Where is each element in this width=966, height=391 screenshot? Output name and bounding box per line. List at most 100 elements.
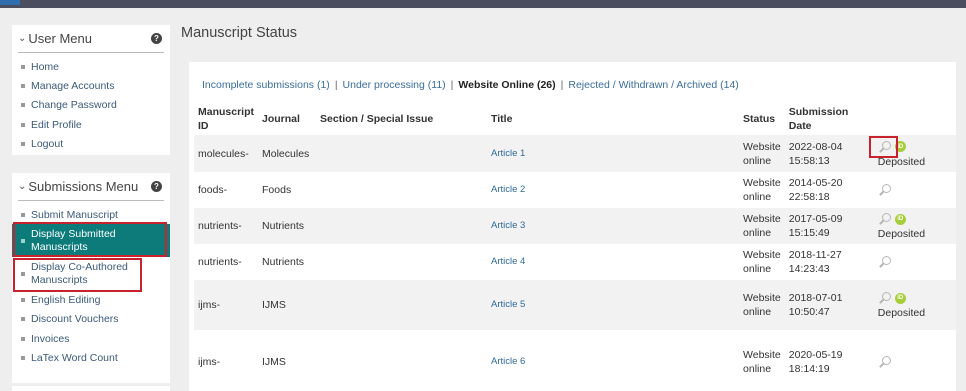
magnifier-icon[interactable] [878,140,892,154]
table-row: molecules- Molecules Article 1 Website o… [194,135,956,172]
header-section: Section / Special Issue [320,112,434,125]
cell-journal: Nutrients [258,244,317,280]
cell-actions [869,172,956,208]
header-journal: Journal [262,112,300,125]
deposited-label: Deposited [877,228,926,240]
menu-item-latex-word-count[interactable]: LaTex Word Count [12,349,170,368]
menu-item-home[interactable]: Home [12,57,170,76]
cell-journal: Nutrients [258,208,317,244]
cell-section [316,172,488,208]
cell-date: 2014-05-20 22:58:18 [784,172,870,208]
action-icons: iD [878,290,906,306]
bullet-icon [21,84,25,89]
cell-section [316,280,488,330]
cell-section [316,135,488,172]
cell-status: Website online [739,208,785,244]
user-menu-list: Home Manage Accounts Change Password Edi… [12,53,170,154]
submissions-menu-panel: ⌄ Submissions Menu ? Submit Manuscript D… [12,173,170,383]
menu-item-logout[interactable]: Logout [12,135,170,154]
orcid-icon[interactable]: iD [894,292,906,304]
page-title: Manuscript Status [181,25,298,41]
table-row: ijms- IJMS Article 6 Website online 2020… [194,330,956,391]
cell-status: Website online [739,135,785,172]
help-icon[interactable]: ? [151,33,162,44]
user-menu-title: User Menu [28,31,92,46]
cell-status: Website online [739,330,785,391]
chevron-down-icon: ⌄ [18,33,27,44]
cell-journal: IJMS [258,330,317,391]
magnifier-icon[interactable] [878,355,892,369]
menu-item-edit-profile[interactable]: Edit Profile [12,115,170,134]
tab-separator: | [334,79,338,91]
sidebar-panel-next [12,386,170,391]
bullet-icon [21,64,25,69]
orcid-icon[interactable]: iD [894,141,906,152]
row-actions: iD Deposited [874,211,952,241]
submissions-menu-title: Submissions Menu [28,179,139,194]
magnifier-icon[interactable] [878,212,892,226]
cell-section [316,330,488,391]
magnifier-icon[interactable] [878,291,892,305]
menu-item-english-editing[interactable]: English Editing [12,290,170,309]
table-row: nutrients- Nutrients Article 3 Website o… [194,208,956,244]
menu-item-invoices[interactable]: Invoices [12,329,170,348]
cell-actions: iD Deposited [869,280,956,330]
help-icon[interactable]: ? [151,181,162,192]
menu-item-change-password[interactable]: Change Password [12,96,170,115]
submissions-menu-list: Submit Manuscript Display Submitted Manu… [12,201,170,368]
tab-rejected[interactable]: Rejected / Withdrawn / Archived (14) [568,79,738,91]
cell-date: 2022-08-04 15:58:13 [784,135,870,172]
cell-status: Website online [739,280,785,330]
row-actions [874,182,952,198]
bullet-icon [21,212,25,217]
cell-manuscript-id: ijms- [194,280,259,330]
menu-item-submit-manuscript[interactable]: Submit Manuscript [12,205,170,224]
cell-manuscript-id: nutrients- [194,208,259,244]
tab-separator: | [560,79,564,91]
menu-item-display-submitted[interactable]: Display Submitted Manuscripts [12,224,170,258]
submissions-menu-header[interactable]: ⌄ Submissions Menu ? [18,173,164,201]
cell-journal: Foods [258,172,317,208]
action-icons [878,354,892,370]
cell-status: Website online [739,244,785,280]
menu-item-manage-accounts[interactable]: Manage Accounts [12,76,170,95]
header-manuscript-id: Manuscript ID [198,105,255,132]
bullet-icon [21,356,25,361]
magnifier-icon[interactable] [878,255,892,269]
table-header-row: Manuscript ID Journal Section / Special … [194,102,956,135]
action-icons: iD [878,139,906,155]
cell-title-link[interactable]: Article 6 [487,330,740,391]
action-icons [878,182,892,198]
cell-title-link[interactable]: Article 1 [487,135,740,172]
cell-title-link[interactable]: Article 4 [487,244,740,280]
cell-actions [869,330,956,391]
cell-date: 2020-05-19 18:14:19 [784,330,870,391]
menu-item-discount-vouchers[interactable]: Discount Vouchers [12,310,170,329]
user-menu-header[interactable]: ⌄ User Menu ? [18,25,164,53]
cell-manuscript-id: molecules- [194,135,259,172]
cell-title-link[interactable]: Article 2 [487,172,740,208]
bullet-icon [21,336,25,341]
cell-section [316,244,488,280]
table-row: ijms- IJMS Article 5 Website online 2018… [194,280,956,330]
cell-date: 2017-05-09 15:15:49 [784,208,870,244]
tab-under-processing[interactable]: Under processing (11) [343,79,446,91]
bullet-icon [21,103,25,108]
cell-journal: IJMS [258,280,317,330]
deposited-label: Deposited [877,155,926,168]
chevron-down-icon: ⌄ [18,181,27,192]
cell-journal: Molecules [258,135,317,172]
cell-date: 2018-11-27 14:23:43 [784,244,870,280]
tab-website-online[interactable]: Website Online (26) [458,79,555,91]
cell-title-link[interactable]: Article 3 [487,208,740,244]
bullet-icon [21,238,25,243]
orcid-icon[interactable]: iD [894,213,906,225]
deposited-label: Deposited [877,307,926,319]
status-tabs: Incomplete submissions (1) | Under process… [202,79,739,91]
cell-actions: iD Deposited [869,208,956,244]
tab-incomplete[interactable]: Incomplete submissions (1) [202,79,330,91]
top-bar [0,0,966,8]
cell-title-link[interactable]: Article 5 [487,280,740,330]
magnifier-icon[interactable] [878,183,892,197]
menu-item-display-coauthored[interactable]: Display Co-Authored Manuscripts [12,257,170,290]
